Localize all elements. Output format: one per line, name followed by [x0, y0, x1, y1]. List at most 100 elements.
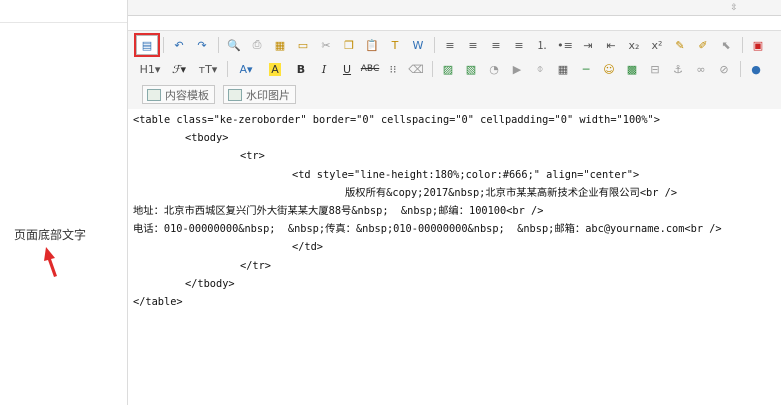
code-line: <tr>	[240, 150, 265, 163]
font-color-icon: A▾	[239, 62, 253, 76]
link-button[interactable]: ∞	[690, 59, 712, 79]
baidu-map-icon: ▩	[626, 62, 638, 76]
unordered-list-icon: •≡	[557, 38, 573, 52]
paste-button[interactable]: 📋	[361, 35, 383, 55]
anchor-button[interactable]: ⚓	[667, 59, 689, 79]
outdent-button[interactable]: ⇤	[600, 35, 622, 55]
toolbar-row-2: H1▾ ℱ▾ ᴛT▾ A▾ A B I U ABC ⁝⁝ ⌫ ▨ ▧ ◔ ▶ ⌽ ▦ ─ ☺ ▩ ⊟ ⚓ ∞ ⊘ ●	[136, 58, 768, 80]
emoticon-button[interactable]: ☺	[598, 59, 620, 79]
paste-word-icon: W	[412, 38, 424, 52]
table-button[interactable]: ▦	[552, 59, 574, 79]
redo-button[interactable]: ↷	[191, 35, 213, 55]
strikethrough-icon: ABC	[360, 64, 380, 74]
align-center-icon: ≡	[468, 38, 478, 52]
align-center-button[interactable]: ≡	[462, 35, 484, 55]
toolbar-separator	[742, 37, 743, 53]
italic-button[interactable]: I	[313, 59, 335, 79]
about-button[interactable]: ●	[745, 59, 767, 79]
about-icon: ●	[751, 62, 761, 76]
anchor-icon: ⚓	[673, 62, 683, 76]
align-justify-button[interactable]: ≡	[508, 35, 530, 55]
strikethrough-button[interactable]: ABC	[359, 59, 381, 79]
table-icon: ▦	[557, 62, 569, 76]
bold-button[interactable]: B	[290, 59, 312, 79]
preview-icon: 🔍	[227, 38, 241, 52]
remove-format-icon: ⌫	[408, 62, 424, 76]
paste-word-button[interactable]: W	[407, 35, 429, 55]
quick-format-icon: ✐	[698, 38, 708, 52]
code-icon: ▭	[297, 38, 309, 52]
remove-format-button[interactable]: ⌫	[405, 59, 427, 79]
ordered-list-button[interactable]: ⒈	[531, 35, 553, 55]
unordered-list-button[interactable]: •≡	[554, 35, 576, 55]
align-left-button[interactable]: ≡	[439, 35, 461, 55]
template-button-label: 水印图片	[246, 88, 290, 102]
highlight-color-button[interactable]: A	[261, 59, 289, 79]
content-template-button[interactable]: 内容模板	[142, 85, 215, 104]
superscript-button[interactable]: x²	[646, 35, 668, 55]
image-icon	[228, 88, 242, 101]
undo-button[interactable]: ↶	[168, 35, 190, 55]
clear-format-icon: ✎	[675, 38, 685, 52]
attachment-icon: ⌽	[536, 62, 544, 75]
cut-button[interactable]: ✂	[315, 35, 337, 55]
toolbar-row-1: ▤ ↶ ↷ 🔍 ⎙ ▦ ▭ ✂ ❐ 📋 T W ≡ ≡ ≡ ≡ ⒈ •≡ ⇥ ⇤ x₂ x² ✎ ✐ ⬉ ▣	[134, 33, 770, 57]
copy-button[interactable]: ❐	[338, 35, 360, 55]
image-button[interactable]: ▨	[437, 59, 459, 79]
fullscreen-icon: ▣	[752, 38, 764, 52]
print-button[interactable]: ⎙	[246, 35, 268, 55]
fullscreen-button[interactable]: ▣	[747, 35, 769, 55]
toolbar-separator	[434, 37, 435, 53]
page-break-icon: ⊟	[650, 62, 660, 76]
preview-button[interactable]: 🔍	[223, 35, 245, 55]
code-line: <tbody>	[185, 132, 229, 145]
ordered-list-icon: ⒈	[536, 39, 548, 52]
align-left-icon: ≡	[445, 38, 455, 52]
html-source-editor[interactable]: <table class="ke-zeroborder" border="0" …	[128, 109, 781, 405]
align-justify-icon: ≡	[514, 38, 524, 52]
multi-image-button[interactable]: ▧	[460, 59, 482, 79]
media-button[interactable]: ▶	[506, 59, 528, 79]
code-line: </tr>	[240, 259, 271, 272]
resize-handle-icon[interactable]: ⇳	[726, 3, 742, 13]
line-height-button[interactable]: ⁝⁝	[382, 59, 404, 79]
font-color-button[interactable]: A▾	[232, 59, 260, 79]
heading-icon: H1▾	[139, 62, 161, 76]
emoticon-icon: ☺	[603, 62, 615, 76]
page-break-button[interactable]: ⊟	[644, 59, 666, 79]
flash-button[interactable]: ◔	[483, 59, 505, 79]
unlink-button[interactable]: ⊘	[713, 59, 735, 79]
attachment-button[interactable]: ⌽	[529, 59, 551, 79]
quick-format-button[interactable]: ✐	[692, 35, 714, 55]
baidu-map-button[interactable]: ▩	[621, 59, 643, 79]
font-family-icon: ℱ▾	[171, 62, 187, 76]
watermark-image-button[interactable]: 水印图片	[223, 85, 296, 104]
font-family-button[interactable]: ℱ▾	[165, 59, 193, 79]
template-button[interactable]: ▦	[269, 35, 291, 55]
toolbar-separator	[227, 61, 228, 77]
subscript-button[interactable]: x₂	[623, 35, 645, 55]
horizontal-rule-button[interactable]: ─	[575, 59, 597, 79]
paste-plain-button[interactable]: T	[384, 35, 406, 55]
indent-icon: ⇥	[583, 38, 593, 52]
clear-format-button[interactable]: ✎	[669, 35, 691, 55]
template-button-label: 内容模板	[165, 88, 209, 102]
heading-button[interactable]: H1▾	[136, 59, 164, 79]
paste-icon: 📋	[365, 38, 379, 52]
font-size-button[interactable]: ᴛT▾	[194, 59, 222, 79]
italic-icon: I	[321, 62, 327, 76]
superscript-icon: x²	[651, 38, 663, 52]
underline-button[interactable]: U	[336, 59, 358, 79]
field-label: 页面底部文字	[14, 228, 87, 242]
select-all-button[interactable]: ⬉	[715, 35, 737, 55]
row-divider	[0, 22, 127, 23]
editor-toolbar: ▤ ↶ ↷ 🔍 ⎙ ▦ ▭ ✂ ❐ 📋 T W ≡ ≡ ≡ ≡ ⒈ •≡ ⇥ ⇤ x₂ x² ✎ ✐ ⬉ ▣ H1▾ ℱ▾ ᴛT▾ A▾…	[128, 30, 781, 110]
indent-button[interactable]: ⇥	[577, 35, 599, 55]
flash-icon: ◔	[489, 62, 499, 76]
media-icon: ▶	[512, 62, 522, 76]
code-button[interactable]: ▭	[292, 35, 314, 55]
subscript-icon: x₂	[628, 38, 640, 52]
code-line: 地址：北京市西城区复兴门外大街某某大厦88号&nbsp; &nbsp;邮编：10…	[133, 205, 544, 217]
align-right-button[interactable]: ≡	[485, 35, 507, 55]
source-code-button[interactable]: ▤	[134, 33, 160, 57]
